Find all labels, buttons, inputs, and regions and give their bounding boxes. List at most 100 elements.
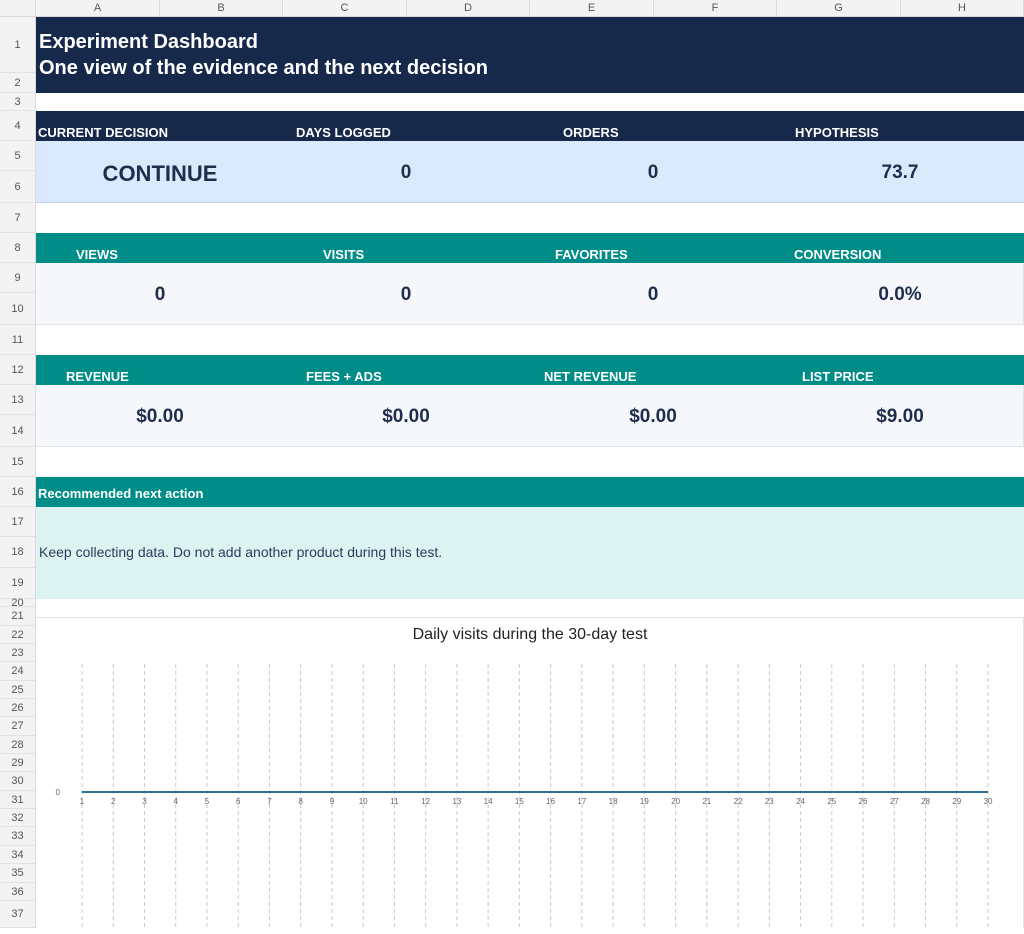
row-header-31[interactable]: 31	[0, 791, 36, 809]
traffic-label-conversion: CONVERSION	[794, 247, 882, 262]
row-header-6[interactable]: 6	[0, 171, 36, 203]
row-header-15[interactable]: 15	[0, 447, 36, 477]
money-label-band: REVENUE FEES + ADS NET REVENUE LIST PRIC…	[36, 355, 1024, 385]
revenue-value[interactable]: $0.00	[136, 406, 184, 428]
x-tick-label: 25	[827, 797, 836, 806]
row-header-19[interactable]: 19	[0, 568, 36, 599]
money-label-list-price: LIST PRICE	[802, 369, 874, 384]
action-text[interactable]: Keep collecting data. Do not add another…	[39, 544, 442, 560]
x-tick-label: 14	[484, 797, 493, 806]
summary-value-band: CONTINUE 0 0 73.7	[36, 141, 1024, 203]
views-value[interactable]: 0	[155, 284, 166, 306]
row-header-16[interactable]: 16	[0, 477, 36, 507]
x-tick-label: 11	[390, 797, 399, 806]
x-tick-label: 5	[205, 797, 210, 806]
column-header-b[interactable]: B	[160, 0, 283, 17]
row-header-5[interactable]: 5	[0, 141, 36, 171]
row-header-11[interactable]: 11	[0, 325, 36, 355]
net-revenue-value[interactable]: $0.00	[629, 406, 677, 428]
money-label-fees: FEES + ADS	[306, 369, 382, 384]
x-tick-label: 30	[984, 797, 993, 806]
column-header-f[interactable]: F	[654, 0, 777, 17]
money-label-revenue: REVENUE	[66, 369, 129, 384]
row-header-3[interactable]: 3	[0, 93, 36, 111]
column-header-e[interactable]: E	[530, 0, 654, 17]
x-tick-label: 4	[173, 797, 178, 806]
row-header-14[interactable]: 14	[0, 415, 36, 447]
row-header-9[interactable]: 9	[0, 263, 36, 293]
hypothesis-value[interactable]: 73.7	[882, 162, 919, 184]
summary-label-days: DAYS LOGGED	[296, 125, 391, 140]
summary-label-orders: ORDERS	[563, 125, 619, 140]
row-header-23[interactable]: 23	[0, 644, 36, 662]
traffic-value-band: 0 0 0 0.0%	[36, 263, 1024, 325]
row-header-22[interactable]: 22	[0, 626, 36, 644]
row-header-26[interactable]: 26	[0, 699, 36, 717]
x-tick-label: 3	[142, 797, 147, 806]
page-subtitle: One view of the evidence and the next de…	[39, 57, 489, 79]
conversion-value[interactable]: 0.0%	[878, 284, 921, 306]
row-header-7[interactable]: 7	[0, 203, 36, 233]
x-tick-label: 29	[952, 797, 961, 806]
x-tick-label: 28	[921, 797, 930, 806]
x-tick-label: 9	[330, 797, 335, 806]
x-tick-label: 16	[546, 797, 555, 806]
favorites-value[interactable]: 0	[648, 284, 659, 306]
row-header-28[interactable]: 28	[0, 736, 36, 754]
x-tick-label: 18	[609, 797, 618, 806]
row-header-10[interactable]: 10	[0, 293, 36, 325]
column-header-g[interactable]: G	[777, 0, 901, 17]
fees-ads-value[interactable]: $0.00	[382, 406, 430, 428]
title-band: Experiment Dashboard One view of the evi…	[36, 17, 1024, 93]
row-header-24[interactable]: 24	[0, 662, 36, 681]
column-header-a[interactable]: A	[36, 0, 160, 17]
x-tick-label: 10	[359, 797, 368, 806]
visits-value[interactable]: 0	[401, 284, 412, 306]
row-header-37[interactable]: 37	[0, 901, 36, 928]
column-header-d[interactable]: D	[407, 0, 530, 17]
summary-label-hypothesis: HYPOTHESIS	[795, 125, 879, 140]
x-tick-label: 15	[515, 797, 524, 806]
x-tick-label: 7	[267, 797, 272, 806]
x-tick-label: 17	[577, 797, 586, 806]
row-header-25[interactable]: 25	[0, 681, 36, 699]
chart-title: Daily visits during the 30-day test	[413, 626, 648, 643]
x-tick-label: 20	[671, 797, 680, 806]
x-tick-label: 13	[452, 797, 461, 806]
row-header-20[interactable]: 20	[0, 598, 36, 609]
current-decision-value[interactable]: CONTINUE	[103, 161, 218, 187]
row-header-27[interactable]: 27	[0, 717, 36, 736]
x-tick-label: 8	[298, 797, 303, 806]
page-title: Experiment Dashboard	[39, 31, 258, 53]
row-header-12[interactable]: 12	[0, 355, 36, 385]
row-header-4[interactable]: 4	[0, 111, 36, 141]
action-heading: Recommended next action	[38, 486, 204, 501]
row-header-35[interactable]: 35	[0, 864, 36, 883]
x-tick-label: 24	[796, 797, 805, 806]
row-header-33[interactable]: 33	[0, 827, 36, 846]
column-header-c[interactable]: C	[283, 0, 407, 17]
row-header-30[interactable]: 30	[0, 772, 36, 791]
row-header-34[interactable]: 34	[0, 846, 36, 864]
x-tick-label: 26	[859, 797, 868, 806]
row-header-21[interactable]: 21	[0, 607, 36, 626]
days-logged-value[interactable]: 0	[401, 162, 412, 184]
select-all-corner[interactable]	[0, 0, 36, 17]
row-header-32[interactable]: 32	[0, 809, 36, 827]
row-header-36[interactable]: 36	[0, 883, 36, 901]
column-header-h[interactable]: H	[901, 0, 1024, 17]
orders-value[interactable]: 0	[648, 162, 659, 184]
row-header-17[interactable]: 17	[0, 507, 36, 537]
row-header-18[interactable]: 18	[0, 537, 36, 568]
row-header-29[interactable]: 29	[0, 754, 36, 772]
x-tick-label: 22	[734, 797, 743, 806]
row-header-1[interactable]: 1	[0, 17, 36, 73]
row-header-2[interactable]: 2	[0, 73, 36, 93]
traffic-label-favorites: FAVORITES	[555, 247, 628, 262]
x-tick-label: 1	[80, 797, 85, 806]
row-header-13[interactable]: 13	[0, 385, 36, 415]
action-text-band: Keep collecting data. Do not add another…	[36, 507, 1024, 599]
row-header-8[interactable]: 8	[0, 233, 36, 263]
list-price-value[interactable]: $9.00	[876, 406, 924, 428]
visits-chart[interactable]: Daily visits during the 30-day test 1234…	[36, 617, 1024, 929]
